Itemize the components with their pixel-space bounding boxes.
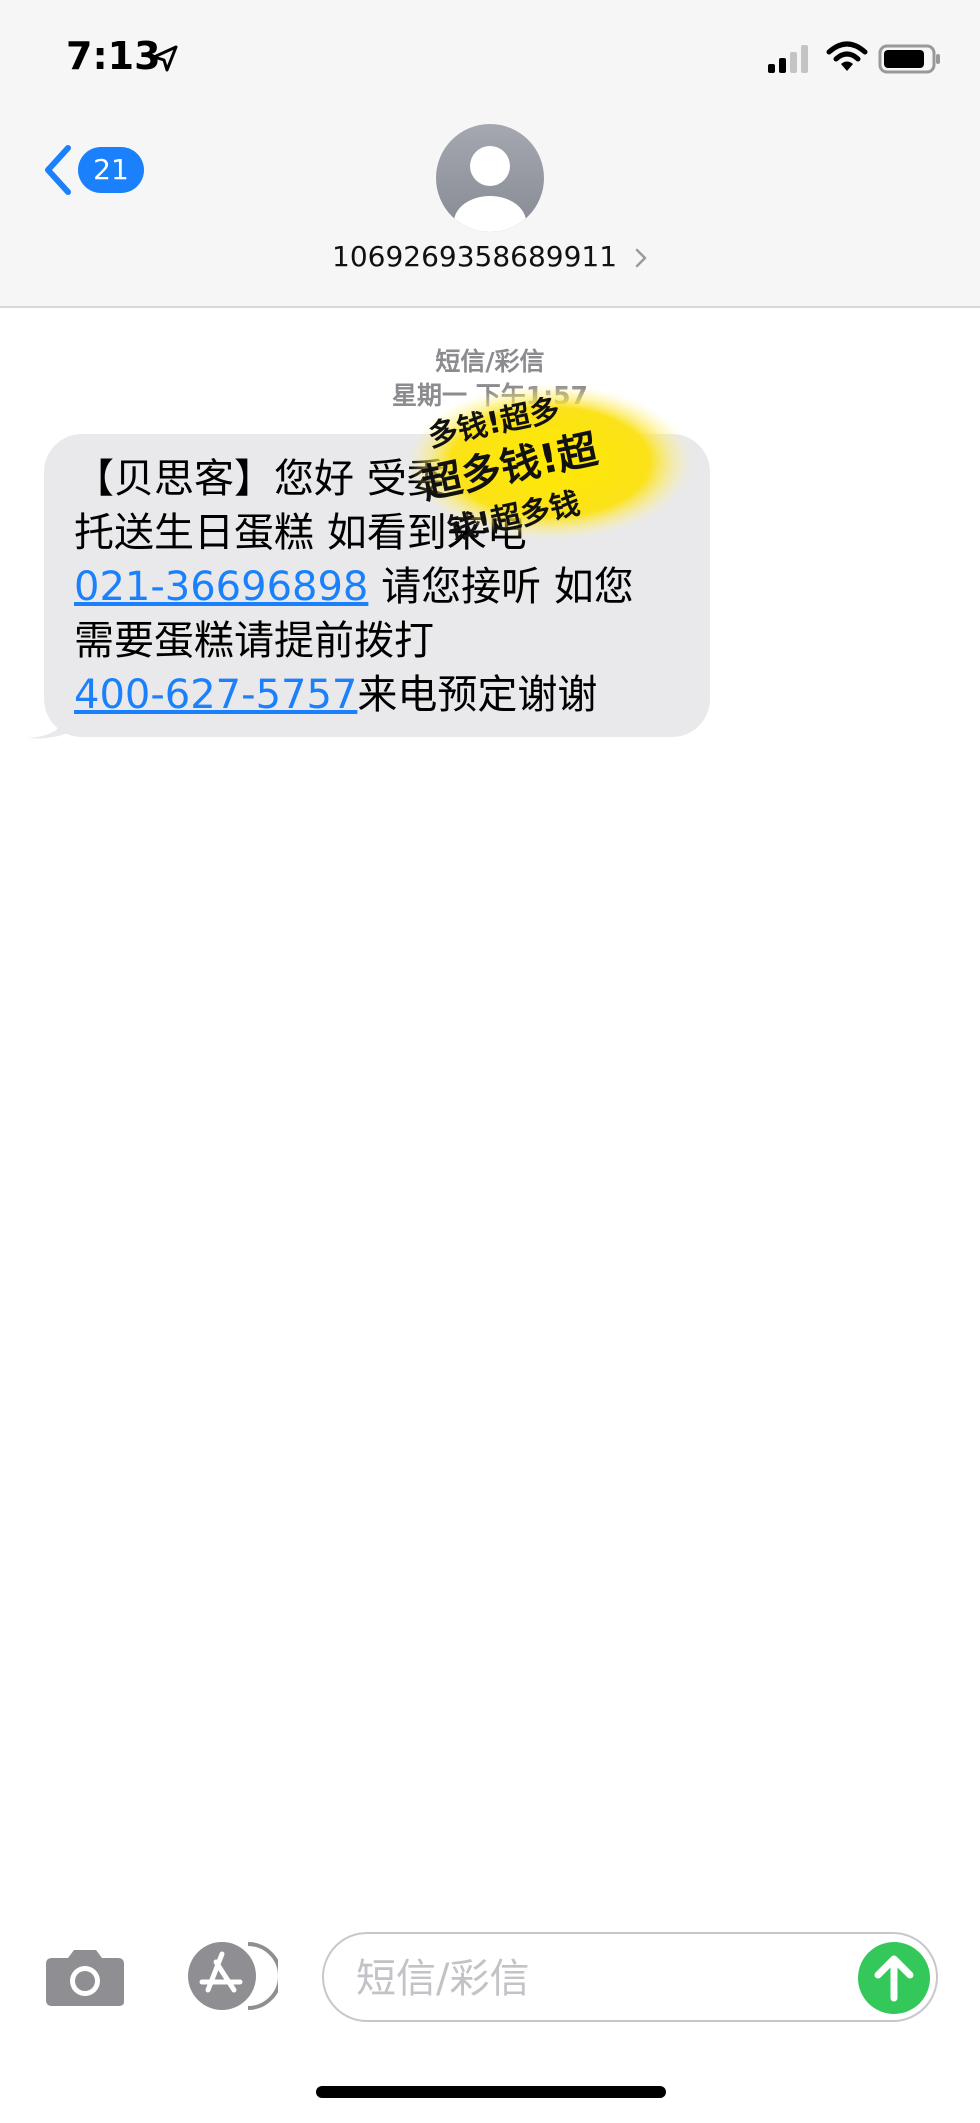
message-line: 托送生日蛋糕 如看到来电 xyxy=(74,510,527,556)
cellular-signal-icon xyxy=(768,45,808,73)
message-composer xyxy=(322,1932,938,2022)
message-input[interactable] xyxy=(354,1948,818,2010)
message-line: 需要蛋糕请提前拨打 xyxy=(74,618,434,664)
message-text: 【贝思客】您好 受委 托送生日蛋糕 如看到来电 021-36696898 请您接… xyxy=(74,452,682,722)
app-store-icon[interactable] xyxy=(182,1940,278,2012)
message-line: 021-36696898 请您接听 如您 xyxy=(74,564,634,610)
message-line: 【贝思客】您好 受委 xyxy=(74,456,447,502)
home-indicator[interactable] xyxy=(316,2086,666,2098)
unread-count-badge: 21 xyxy=(78,147,144,193)
incoming-message-bubble[interactable]: 【贝思客】您好 受委 托送生日蛋糕 如看到来电 021-36696898 请您接… xyxy=(44,434,710,737)
back-button[interactable]: 21 xyxy=(40,140,150,200)
location-arrow-icon xyxy=(152,45,178,72)
status-time: 7:13 xyxy=(66,34,161,78)
conversation-header: 7:13 21 1069269358689911 xyxy=(0,0,980,308)
battery-icon xyxy=(878,44,940,74)
message-line: 400-627-5757来电预定谢谢 xyxy=(74,672,598,718)
wifi-icon xyxy=(826,41,868,71)
message-timestamp: 星期一 下午1:57 xyxy=(392,381,588,410)
contact-name-button[interactable]: 1069269358689911 xyxy=(0,240,980,280)
camera-icon[interactable] xyxy=(44,1946,126,2008)
contact-number: 1069269358689911 xyxy=(332,240,618,273)
phone-link-1[interactable]: 021-36696898 xyxy=(74,564,368,610)
messages-screen: 7:13 21 1069269358689911 短信/彩信 星期一 下午1:5… xyxy=(0,0,980,2123)
contact-avatar[interactable] xyxy=(436,124,544,232)
message-type-label: 短信/彩信 xyxy=(435,347,545,376)
chevron-left-icon xyxy=(45,145,71,195)
send-arrow-icon[interactable] xyxy=(858,1942,930,2014)
chevron-right-icon xyxy=(635,248,647,268)
phone-link-2[interactable]: 400-627-5757 xyxy=(74,672,357,718)
